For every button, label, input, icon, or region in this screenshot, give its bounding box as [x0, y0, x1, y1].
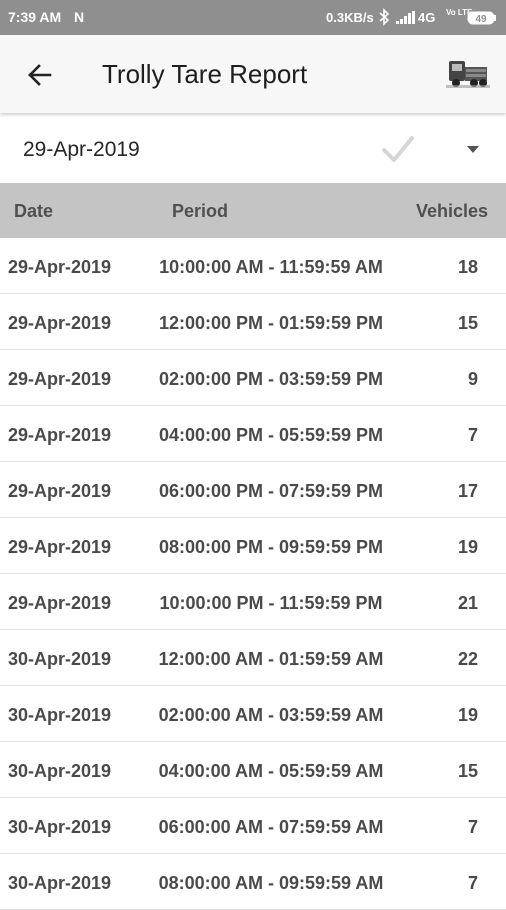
bluetooth-icon — [379, 8, 390, 26]
cell-date: 29-Apr-2019 — [8, 313, 112, 333]
selected-date[interactable]: 29-Apr-2019 — [23, 138, 140, 162]
table-row[interactable]: 30-Apr-2019 04:00:00 AM - 05:59:59 AM 15 — [0, 742, 506, 798]
cell-date: 30-Apr-2019 — [8, 817, 112, 837]
cell-vehicles: 15 — [457, 313, 478, 333]
cell-period: 02:00:00 AM - 03:59:59 AM — [158, 705, 384, 725]
cell-date: 30-Apr-2019 — [8, 649, 112, 669]
notification-icon: N — [74, 9, 85, 25]
table-row[interactable]: 29-Apr-2019 12:00:00 PM - 01:59:59 PM 15 — [0, 294, 506, 350]
network-type: 4G — [418, 10, 436, 25]
chevron-down-icon[interactable] — [465, 144, 481, 154]
battery-level: 49 — [475, 14, 487, 25]
cell-period: 10:00:00 PM - 11:59:59 PM — [159, 593, 383, 613]
table-row[interactable]: 30-Apr-2019 08:00:00 AM - 09:59:59 AM 7 — [0, 854, 506, 910]
table-row[interactable]: 30-Apr-2019 06:00:00 AM - 07:59:59 AM 7 — [0, 798, 506, 854]
cell-date: 30-Apr-2019 — [8, 873, 112, 893]
cell-period: 06:00:00 AM - 07:59:59 AM — [158, 817, 384, 837]
cell-date: 29-Apr-2019 — [8, 537, 112, 557]
table-header: Date Period Vehicles — [0, 183, 506, 238]
table-body: 29-Apr-2019 10:00:00 AM - 11:59:59 AM 18… — [0, 238, 506, 910]
cell-period: 12:00:00 PM - 01:59:59 PM — [158, 313, 384, 333]
cell-vehicles: 17 — [457, 481, 478, 501]
cell-period: 04:00:00 AM - 05:59:59 AM — [158, 761, 384, 781]
cell-vehicles: 22 — [457, 649, 478, 669]
cell-period: 02:00:00 PM - 03:59:59 PM — [158, 369, 384, 389]
check-icon[interactable] — [380, 132, 416, 166]
arrow-left-icon[interactable] — [26, 61, 54, 89]
cell-date: 29-Apr-2019 — [8, 481, 112, 501]
cell-period: 12:00:00 AM - 01:59:59 AM — [158, 649, 384, 669]
cell-vehicles: 15 — [457, 761, 478, 781]
header-date: Date — [14, 201, 54, 221]
page-title: Trolly Tare Report — [102, 59, 308, 89]
cell-vehicles: 19 — [457, 537, 478, 557]
cell-vehicles: 9 — [467, 369, 478, 389]
cell-date: 29-Apr-2019 — [8, 369, 112, 389]
cell-period: 08:00:00 PM - 09:59:59 PM — [158, 537, 384, 557]
cell-period: 10:00:00 AM - 11:59:59 AM — [159, 257, 383, 277]
cell-date: 29-Apr-2019 — [8, 257, 112, 277]
status-time: 7:39 AM — [8, 9, 62, 25]
cell-date: 30-Apr-2019 — [8, 761, 112, 781]
header-vehicles: Vehicles — [416, 201, 489, 221]
table-row[interactable]: 29-Apr-2019 02:00:00 PM - 03:59:59 PM 9 — [0, 350, 506, 406]
table-row[interactable]: 29-Apr-2019 10:00:00 PM - 11:59:59 PM 21 — [0, 574, 506, 630]
table-row[interactable]: 29-Apr-2019 06:00:00 PM - 07:59:59 PM 17 — [0, 462, 506, 518]
truck-icon[interactable] — [446, 53, 490, 93]
cell-period: 08:00:00 AM - 09:59:59 AM — [158, 873, 384, 893]
cell-vehicles: 21 — [457, 593, 478, 613]
cell-period: 04:00:00 PM - 05:59:59 PM — [158, 425, 384, 445]
cell-vehicles: 19 — [457, 705, 478, 725]
table-row[interactable]: 29-Apr-2019 08:00:00 PM - 09:59:59 PM 19 — [0, 518, 506, 574]
table-row[interactable]: 30-Apr-2019 02:00:00 AM - 03:59:59 AM 19 — [0, 686, 506, 742]
table-row[interactable]: 29-Apr-2019 04:00:00 PM - 05:59:59 PM 7 — [0, 406, 506, 462]
signal-icon — [396, 11, 415, 24]
table-row[interactable]: 30-Apr-2019 12:00:00 AM - 01:59:59 AM 22 — [0, 630, 506, 686]
cell-vehicles: 7 — [467, 873, 478, 893]
battery-icon: 49 — [467, 11, 496, 25]
cell-date: 29-Apr-2019 — [8, 593, 112, 613]
network-speed: 0.3KB/s — [326, 10, 374, 25]
cell-vehicles: 7 — [467, 817, 478, 837]
cell-vehicles: 7 — [467, 425, 478, 445]
header-period: Period — [172, 201, 229, 221]
date-selector[interactable]: 29-Apr-2019 — [0, 118, 506, 182]
cell-vehicles: 18 — [457, 257, 478, 277]
cell-period: 06:00:00 PM - 07:59:59 PM — [158, 481, 384, 501]
status-bar: 7:39 AM N 0.3KB/s 4G Vo LTE 49 — [0, 0, 506, 35]
cell-date: 30-Apr-2019 — [8, 705, 112, 725]
table-row[interactable]: 29-Apr-2019 10:00:00 AM - 11:59:59 AM 18 — [0, 238, 506, 294]
cell-date: 29-Apr-2019 — [8, 425, 112, 445]
app-bar: Trolly Tare Report — [0, 35, 506, 113]
